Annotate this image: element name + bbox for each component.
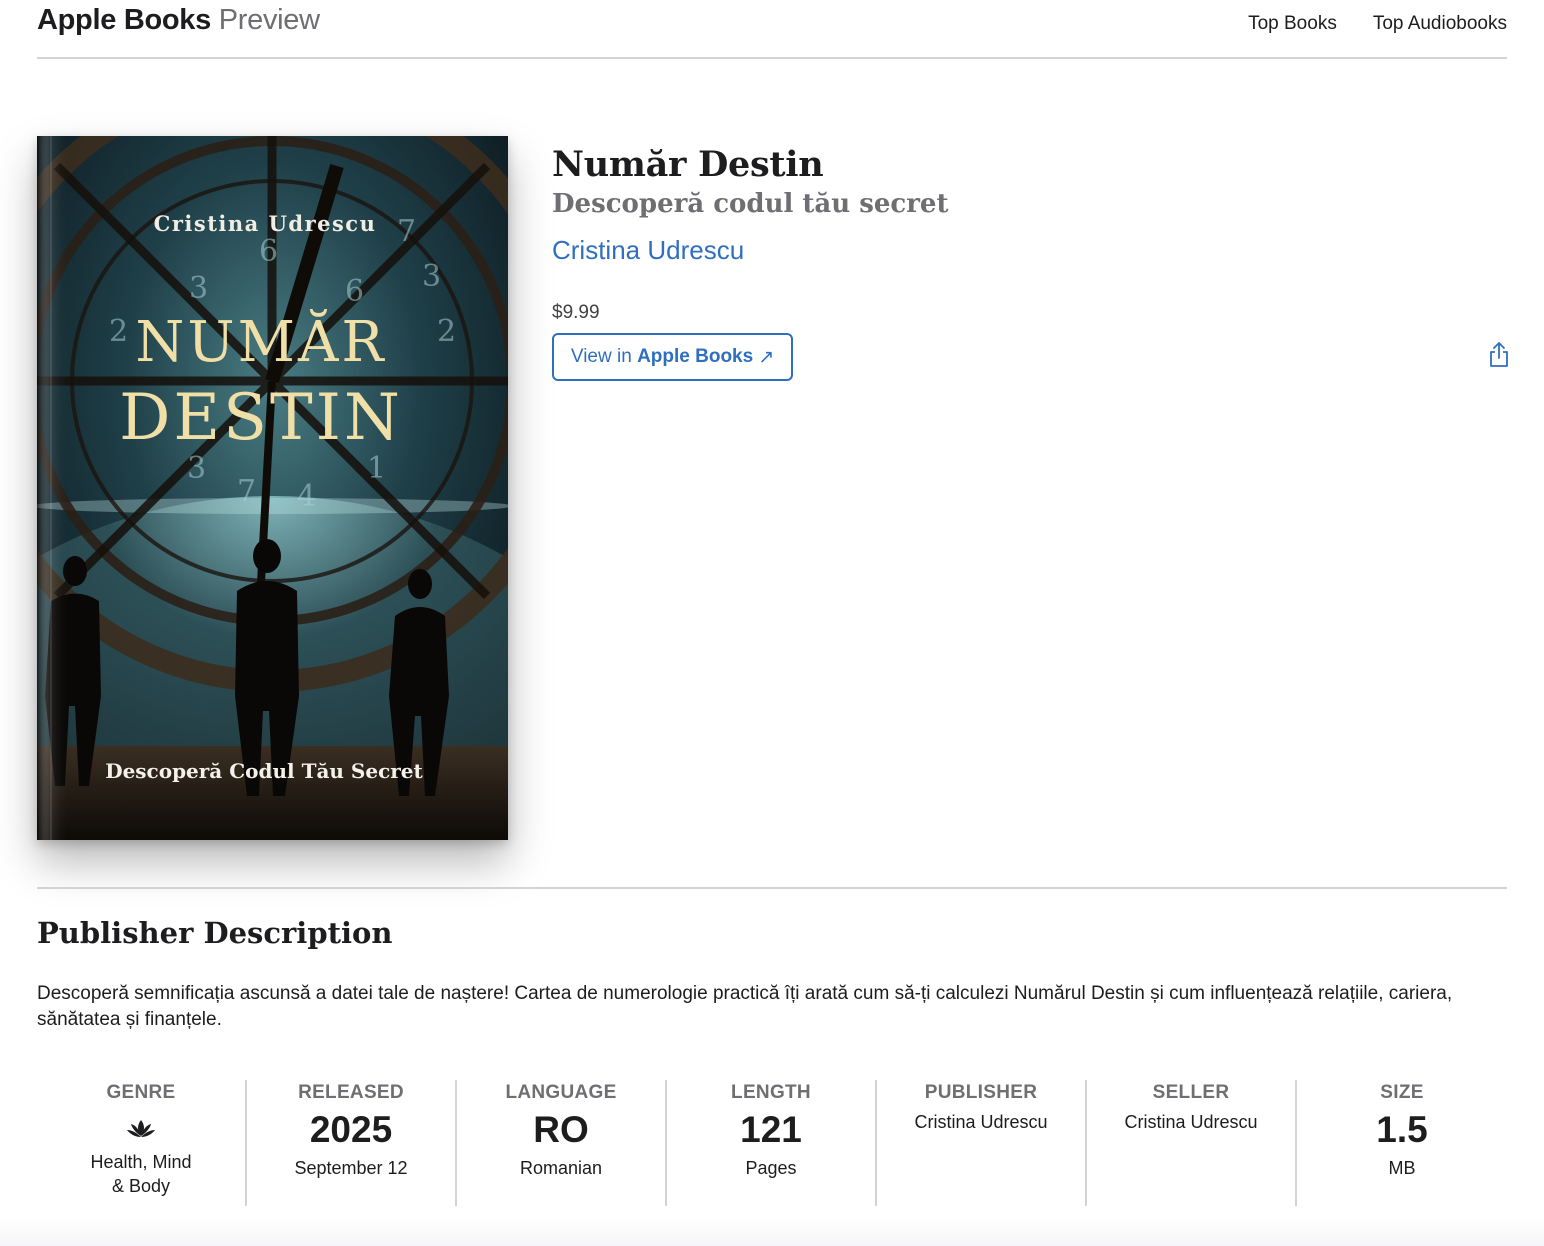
cover-tagline: Descoperă Codul Tău Secret bbox=[105, 759, 423, 783]
view-button-prefix: View in bbox=[570, 346, 638, 367]
svg-text:3: 3 bbox=[189, 271, 208, 306]
meta-language-label: Language bbox=[505, 1082, 617, 1103]
svg-text:7: 7 bbox=[237, 474, 256, 509]
meta-publisher: Publisher Cristina Udrescu bbox=[877, 1080, 1087, 1206]
book-subtitle: Descoperă codul tău secret bbox=[552, 189, 949, 219]
publisher-description-text: Descoperă semnificația ascunsă a datei t… bbox=[37, 983, 1453, 1030]
svg-text:7: 7 bbox=[397, 214, 416, 249]
author-link[interactable]: Cristina Udrescu bbox=[552, 235, 744, 266]
meta-size-value: 1.5 bbox=[1376, 1109, 1428, 1150]
meta-language-name: Romanian bbox=[519, 1158, 603, 1178]
section-divider bbox=[37, 887, 1507, 889]
brand-suffix: Preview bbox=[218, 4, 320, 36]
svg-text:3: 3 bbox=[422, 259, 441, 294]
meta-released-date: September 12 bbox=[294, 1158, 408, 1178]
meta-length-label: Length bbox=[731, 1082, 811, 1103]
meta-language: Language RO Romanian bbox=[457, 1080, 667, 1206]
nav-top-books[interactable]: Top Books bbox=[1248, 13, 1337, 35]
book-cover: 6 6 3 7 3 2 2 3 1 4 7 Cristina Udrescu N… bbox=[37, 136, 508, 840]
brand-name: Apple Books bbox=[37, 4, 211, 36]
svg-text:2: 2 bbox=[109, 314, 128, 349]
page-bottom-fade bbox=[0, 1216, 1544, 1246]
meta-released-label: Released bbox=[298, 1082, 404, 1103]
meta-seller-value: Cristina Udrescu bbox=[1124, 1112, 1258, 1132]
brand-logo[interactable]: Apple Books Preview bbox=[37, 4, 320, 37]
view-in-apple-books-button[interactable]: View in Apple Books ↗ bbox=[552, 333, 793, 381]
svg-text:4: 4 bbox=[297, 479, 316, 514]
nav-top-audiobooks[interactable]: Top Audiobooks bbox=[1373, 13, 1507, 35]
meta-length-value: 121 bbox=[740, 1109, 802, 1150]
meta-length: Length 121 Pages bbox=[667, 1080, 877, 1206]
meta-seller: Seller Cristina Udrescu bbox=[1087, 1080, 1297, 1206]
meta-genre-label: Genre bbox=[106, 1082, 176, 1103]
book-cover-art: 6 6 3 7 3 2 2 3 1 4 7 Cristina Udrescu N… bbox=[37, 136, 508, 840]
svg-text:6: 6 bbox=[345, 274, 364, 309]
svg-text:6: 6 bbox=[259, 234, 278, 269]
meta-publisher-value: Cristina Udrescu bbox=[914, 1112, 1048, 1132]
site-header: Apple Books Preview Top Books Top Audiob… bbox=[37, 0, 1507, 59]
meta-genre-value: Health, Mind & Body bbox=[90, 1152, 192, 1196]
cover-title-line2: DESTIN bbox=[119, 381, 403, 455]
meta-released-year: 2025 bbox=[309, 1109, 393, 1150]
publisher-description-heading: Publisher Description bbox=[37, 916, 393, 950]
book-metadata: Genre Health, Mind & Body Released 2025 … bbox=[37, 1080, 1507, 1206]
meta-language-code: RO bbox=[533, 1109, 589, 1150]
meta-genre: Genre Health, Mind & Body bbox=[37, 1080, 247, 1206]
svg-text:3: 3 bbox=[187, 451, 206, 486]
meta-size: Size 1.5 MB bbox=[1297, 1080, 1507, 1206]
share-icon[interactable] bbox=[1487, 341, 1511, 369]
view-button-app-name: Apple Books bbox=[637, 346, 754, 367]
cover-title-line1: NUMĂR bbox=[135, 309, 386, 375]
cover-author: Cristina Udrescu bbox=[154, 211, 377, 236]
book-price: $9.99 bbox=[552, 302, 600, 323]
meta-size-unit: MB bbox=[1388, 1158, 1416, 1178]
top-nav: Top Books Top Audiobooks bbox=[1248, 13, 1507, 35]
lotus-icon bbox=[127, 1120, 155, 1137]
svg-text:2: 2 bbox=[437, 314, 456, 349]
external-link-icon: ↗ bbox=[758, 346, 775, 368]
meta-seller-label: Seller bbox=[1152, 1082, 1230, 1103]
book-title: Număr Destin bbox=[552, 144, 824, 185]
svg-text:1: 1 bbox=[367, 451, 386, 486]
meta-length-unit: Pages bbox=[745, 1158, 797, 1178]
meta-size-label: Size bbox=[1380, 1082, 1424, 1103]
meta-released: Released 2025 September 12 bbox=[247, 1080, 457, 1206]
meta-publisher-label: Publisher bbox=[924, 1082, 1038, 1103]
